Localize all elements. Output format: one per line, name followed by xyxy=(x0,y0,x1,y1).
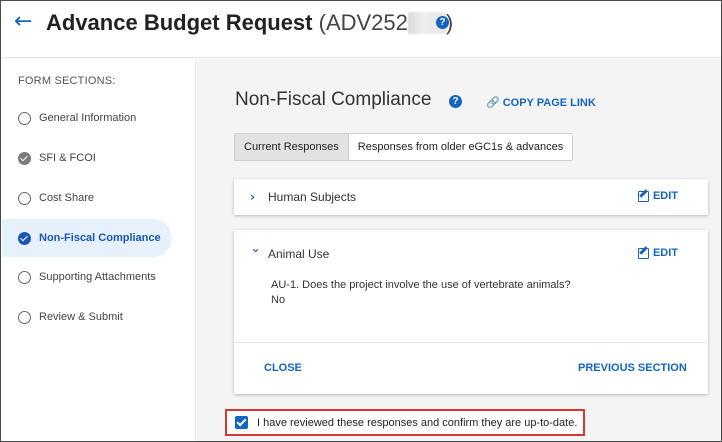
card-body: AU-1. Does the project involve the use o… xyxy=(234,278,708,308)
sidebar-item-label: Supporting Attachments xyxy=(39,271,156,283)
card-animal-use: › Animal Use EDIT AU-1. Does the project… xyxy=(234,230,708,394)
radio-empty-icon xyxy=(18,270,31,284)
previous-section-button[interactable]: PREVIOUS SECTION xyxy=(578,362,708,374)
arrow-left-icon[interactable]: ← xyxy=(14,11,32,33)
tab-current-responses[interactable]: Current Responses xyxy=(235,134,349,160)
sidebar-item-label: SFI & FCOI xyxy=(39,152,96,164)
app-window: ← Advance Budget Request (ADV252) ? FORM… xyxy=(0,0,722,442)
edit-button[interactable]: EDIT xyxy=(637,190,678,202)
question-circle-icon[interactable]: ? xyxy=(436,16,449,29)
sidebar-item-supporting-attachments[interactable]: Supporting Attachments xyxy=(2,258,172,296)
card-title: Animal Use xyxy=(268,247,330,261)
edit-label: EDIT xyxy=(652,190,678,202)
sidebar-item-cost-share[interactable]: Cost Share xyxy=(2,179,172,217)
sidebar-item-review-submit[interactable]: Review & Submit xyxy=(2,298,172,336)
sidebar-item-label: Non-Fiscal Compliance xyxy=(39,232,161,244)
card-footer: CLOSE PREVIOUS SECTION xyxy=(234,342,708,394)
copy-page-link-button[interactable]: 🔗 COPY PAGE LINK xyxy=(486,96,596,109)
card-header[interactable]: › Animal Use EDIT xyxy=(234,230,708,278)
answer-text: No xyxy=(271,294,286,306)
confirm-text: I have reviewed these responses and conf… xyxy=(257,416,578,429)
section-title: Non-Fiscal Compliance xyxy=(235,89,432,110)
radio-empty-icon xyxy=(18,111,31,125)
copy-page-link-label: COPY PAGE LINK xyxy=(502,96,596,109)
edit-label: EDIT xyxy=(652,247,678,259)
tab-older-responses[interactable]: Responses from older eGC1s & advances xyxy=(349,134,572,160)
response-tabs: Current Responses Responses from older e… xyxy=(234,133,574,161)
sidebar-item-sfi-fcoi[interactable]: SFI & FCOI xyxy=(2,139,172,177)
sidebar-item-label: Cost Share xyxy=(39,192,95,204)
question-text: AU-1. Does the project involve the use o… xyxy=(271,279,571,291)
page-title-text: Advance Budget Request xyxy=(46,10,313,35)
edit-icon xyxy=(637,190,649,202)
page-title: Advance Budget Request (ADV252) xyxy=(46,10,453,36)
sidebar-heading: FORM SECTIONS: xyxy=(18,75,116,87)
check-circle-icon xyxy=(18,151,31,165)
sidebar-item-label: Review & Submit xyxy=(39,311,123,323)
card-header[interactable]: › Human Subjects EDIT xyxy=(234,179,708,215)
radio-empty-icon xyxy=(18,310,31,324)
page-header: ← Advance Budget Request (ADV252) ? xyxy=(2,2,721,58)
radio-empty-icon xyxy=(18,191,31,205)
request-id-prefix: (ADV252 xyxy=(318,10,408,35)
chevron-right-icon: › xyxy=(250,190,255,204)
sidebar-item-label: General Information xyxy=(39,112,137,124)
close-button[interactable]: CLOSE xyxy=(264,362,302,374)
edit-icon xyxy=(637,247,649,259)
confirm-review-box: I have reviewed these responses and conf… xyxy=(225,409,585,436)
chevron-down-icon: › xyxy=(249,248,263,253)
card-title: Human Subjects xyxy=(268,190,357,204)
card-human-subjects: › Human Subjects EDIT xyxy=(234,179,708,215)
check-circle-icon xyxy=(18,231,31,245)
main-content: Non-Fiscal Compliance ? 🔗 COPY PAGE LINK… xyxy=(197,59,721,441)
link-icon: 🔗 xyxy=(486,96,500,109)
confirm-checkbox[interactable] xyxy=(235,416,248,429)
request-id: (ADV252) xyxy=(319,10,454,35)
question-circle-icon[interactable]: ? xyxy=(449,95,462,108)
sidebar-item-general-information[interactable]: General Information xyxy=(2,99,172,137)
form-sections-sidebar: FORM SECTIONS: General Information SFI &… xyxy=(2,59,196,441)
edit-button[interactable]: EDIT xyxy=(637,247,678,259)
sidebar-item-non-fiscal-compliance[interactable]: Non-Fiscal Compliance xyxy=(2,219,172,257)
